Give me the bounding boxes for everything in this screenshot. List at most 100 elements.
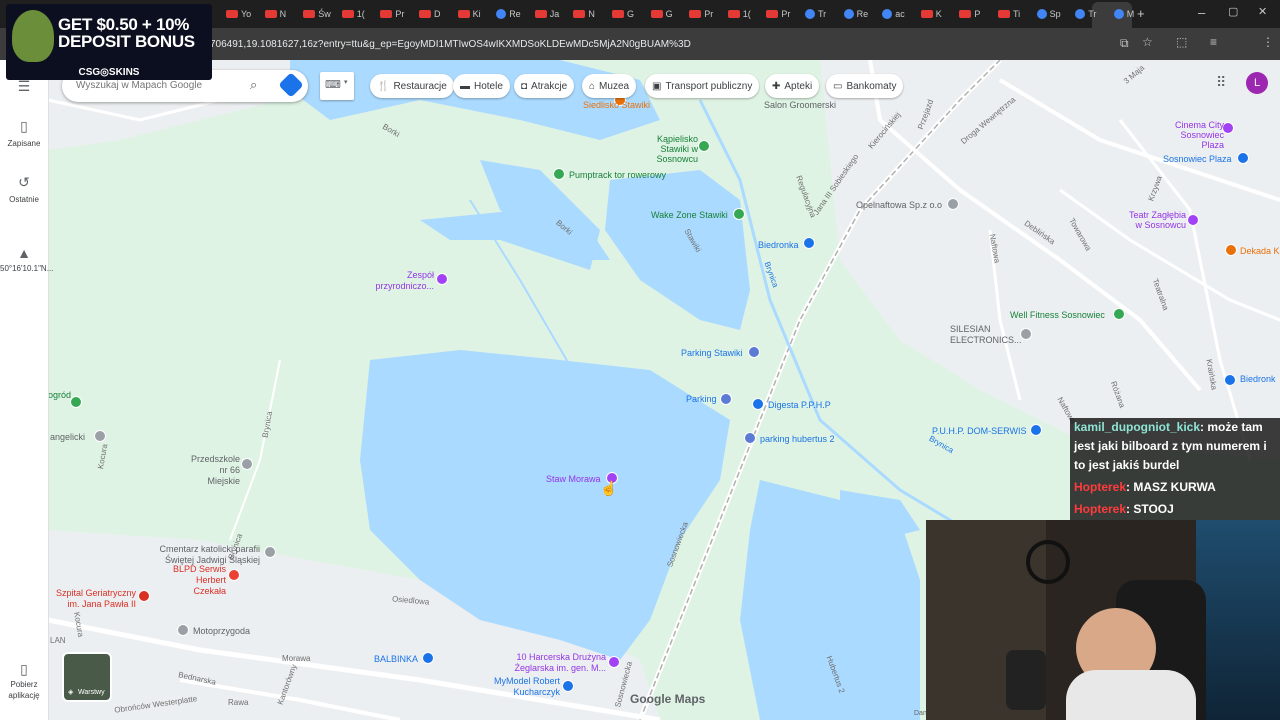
browser-tab[interactable]: Re xyxy=(843,4,868,24)
bookmark-star-icon[interactable]: ☆ xyxy=(1142,35,1153,49)
poi-label[interactable]: BALBINKA xyxy=(374,654,418,664)
chip-public-transport[interactable]: ▣ Transport publiczny xyxy=(645,74,760,98)
browser-tab[interactable]: Tr xyxy=(1075,4,1096,24)
poi-label[interactable]: Teatr Zagłębia w Sosnowcu xyxy=(1124,210,1186,230)
poi-label[interactable]: angelicki xyxy=(50,432,85,442)
parking-pin-icon[interactable] xyxy=(720,393,732,405)
poi-label[interactable]: Parking Stawiki xyxy=(681,348,743,358)
poi-label[interactable]: Przedszkole nr 66 Miejskie xyxy=(186,454,240,487)
poi-label[interactable]: Cmentarz katolicki parafii Świętej Jadwi… xyxy=(150,544,260,566)
browser-tab[interactable]: P xyxy=(959,4,980,24)
browser-tab[interactable]: G xyxy=(650,4,673,24)
poi-label[interactable]: Digesta P.P.H.P xyxy=(768,400,831,410)
input-tools-button[interactable]: ⌨ ▾ xyxy=(320,72,354,100)
menu-button[interactable]: ☰ xyxy=(0,78,48,99)
parking-pin-icon[interactable] xyxy=(744,432,756,444)
apps-grid-icon[interactable]: ⠿ xyxy=(1216,74,1226,91)
url-text[interactable]: 706491,19.1081627,16z?entry=ttu&g_ep=Ego… xyxy=(210,39,691,50)
park-pin-icon[interactable] xyxy=(553,168,565,180)
browser-tab[interactable]: K xyxy=(920,4,942,24)
browser-tab[interactable]: Yo xyxy=(226,4,251,24)
poi-label[interactable]: Well Fitness Sosnowiec xyxy=(1010,310,1105,320)
poi-label[interactable]: Szpital Geriatryczny im. Jana Pawła II xyxy=(52,588,136,610)
chip-pharmacies[interactable]: ✚ Apteki xyxy=(765,74,820,98)
sidebar-item-recent[interactable]: ↺ Ostatnie xyxy=(0,174,48,204)
account-avatar[interactable]: L xyxy=(1246,72,1268,94)
school-pin-icon[interactable] xyxy=(241,458,253,470)
poi-label[interactable]: Kąpielisko Stawiki w Sosnowcu xyxy=(652,134,698,164)
shop-pin-icon[interactable] xyxy=(803,237,815,249)
browser-tab[interactable]: ac xyxy=(882,4,905,24)
browser-tab[interactable]: Św xyxy=(303,4,331,24)
poi-label[interactable]: 10 Harcerska Drużyna Żeglarska im. gen. … xyxy=(510,652,606,674)
maximize-button[interactable]: ▢ xyxy=(1228,5,1238,18)
browser-tab[interactable]: Re xyxy=(496,4,521,24)
landmark-pin-icon[interactable] xyxy=(436,273,448,285)
poi-label[interactable]: Zespół przyrodniczo... xyxy=(370,270,434,292)
chip-attractions[interactable]: ◘ Atrakcje xyxy=(514,74,575,98)
poi-label[interactable]: Biedronka xyxy=(758,240,799,250)
poi-label[interactable]: Cinema City Sosnowiec Plaza xyxy=(1168,120,1224,150)
shop-pin-icon[interactable] xyxy=(1030,424,1042,436)
park-pin-icon[interactable] xyxy=(733,208,745,220)
poi-label[interactable]: Motoprzygoda xyxy=(193,626,250,636)
poi-label[interactable]: parking hubertus 2 xyxy=(760,434,835,444)
poi-label[interactable]: MyModel Robert Kucharczyk xyxy=(490,676,560,698)
browser-tab[interactable]: Pr xyxy=(689,4,713,24)
browser-tab[interactable]: N xyxy=(264,4,286,24)
layers-button[interactable]: ◈ Warstwy xyxy=(62,652,112,702)
restaurant-pin-icon[interactable] xyxy=(1225,244,1237,256)
chip-atms[interactable]: ▭ Bankomaty xyxy=(826,74,904,98)
poi-label[interactable]: SILESIAN ELECTRONICS... xyxy=(950,324,1022,346)
browser-tab[interactable]: Ki xyxy=(457,4,481,24)
search-input[interactable] xyxy=(74,79,238,92)
poi-label[interactable]: Sosnowiec Plaza xyxy=(1163,154,1232,164)
browser-tab[interactable]: M xyxy=(1113,4,1134,24)
business-pin-icon[interactable] xyxy=(947,198,959,210)
browser-tab[interactable]: Ti xyxy=(998,4,1020,24)
park-pin-icon[interactable] xyxy=(70,396,82,408)
browser-menu-icon[interactable]: ⋮ xyxy=(1262,35,1274,49)
theater-pin-icon[interactable] xyxy=(1187,214,1199,226)
browser-tab[interactable]: N xyxy=(573,4,595,24)
media-icon[interactable]: ≡ xyxy=(1210,35,1217,49)
browser-tab[interactable]: 1( xyxy=(727,4,751,24)
parking-pin-icon[interactable] xyxy=(748,346,760,358)
business-pin-icon[interactable] xyxy=(1020,328,1032,340)
hospital-pin-icon[interactable] xyxy=(138,590,150,602)
search-icon[interactable]: ⌕ xyxy=(250,77,257,93)
shop-pin-icon[interactable] xyxy=(1224,374,1236,386)
promo-banner[interactable]: GET $0.50 + 10% DEPOSIT BONUS CSG◎SKINS xyxy=(6,4,212,80)
sidebar-item-saved[interactable]: ▯ Zapisane xyxy=(0,118,48,148)
browser-tab[interactable]: Pr xyxy=(380,4,404,24)
cemetery-pin-icon[interactable] xyxy=(264,546,276,558)
park-pin-icon[interactable] xyxy=(698,140,710,152)
browser-tab[interactable]: Tr xyxy=(805,4,826,24)
browser-tab[interactable]: G xyxy=(612,4,634,24)
shop-pin-icon[interactable] xyxy=(752,398,764,410)
sidebar-item-get-app[interactable]: ▯ Pobierz aplikację xyxy=(0,662,48,701)
chip-restaurants[interactable]: 🍴 Restauracje xyxy=(370,74,454,98)
poi-label[interactable]: Salon Groomerski xyxy=(764,100,836,110)
landmark-pin-icon[interactable] xyxy=(608,656,620,668)
minimize-button[interactable]: – xyxy=(1198,5,1205,20)
browser-tab[interactable]: Pr xyxy=(766,4,790,24)
install-app-icon[interactable]: ⧉ xyxy=(1120,36,1129,51)
poi-label[interactable]: Dekada K xyxy=(1240,246,1280,256)
business-pin-icon[interactable] xyxy=(177,624,189,636)
poi-label[interactable]: Opelnaftowa Sp.z o.o xyxy=(856,200,942,210)
sidebar-item-coordinates[interactable]: ▲ 50°16'10.1"N... xyxy=(0,246,53,274)
shop-pin-icon[interactable] xyxy=(1237,152,1249,164)
new-tab-button[interactable]: + xyxy=(1137,6,1145,21)
poi-label[interactable]: Parking xyxy=(686,394,717,404)
shop-pin-icon[interactable] xyxy=(422,652,434,664)
map-attribution[interactable]: Dan xyxy=(914,710,927,717)
service-pin-icon[interactable] xyxy=(228,569,240,581)
poi-label[interactable]: Pumptrack tor rowerowy xyxy=(569,170,666,180)
poi-label[interactable]: Biedronk xyxy=(1240,374,1276,384)
chip-hotels[interactable]: ▬ Hotele xyxy=(453,74,510,98)
browser-tab[interactable]: 1( xyxy=(341,4,365,24)
poi-label[interactable]: ogród xyxy=(48,390,71,400)
browser-tab[interactable]: D xyxy=(419,4,441,24)
extensions-icon[interactable]: ⬚ xyxy=(1176,35,1187,49)
